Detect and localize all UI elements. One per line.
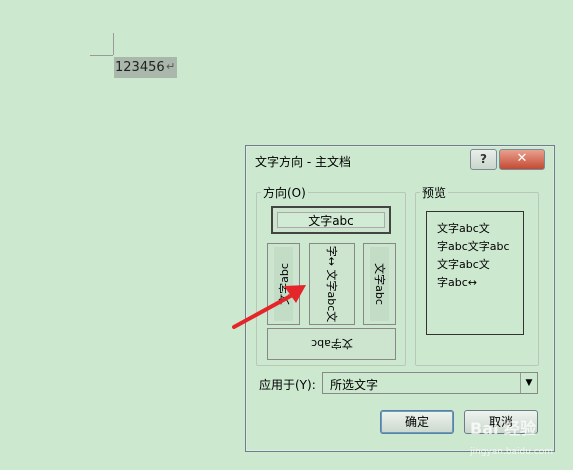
watermark-url: jingyan.baidu.com [470, 447, 554, 457]
annotation-arrow-icon [232, 285, 306, 329]
watermark-logo: Bai 经验 [470, 419, 537, 438]
